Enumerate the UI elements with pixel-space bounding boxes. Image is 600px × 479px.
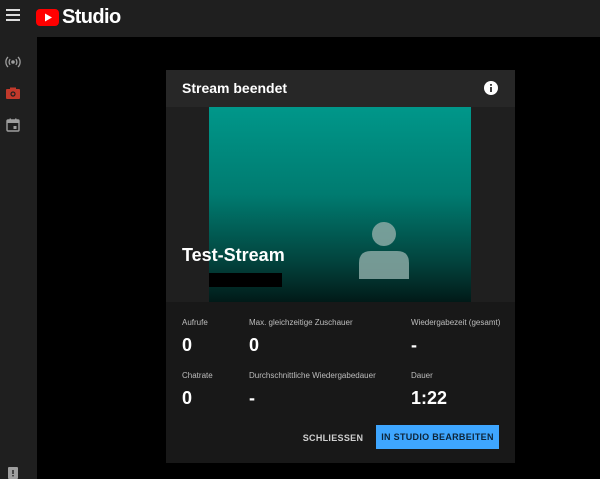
logo-text: Studio [62,5,121,28]
dialog-title: Stream beendet [182,80,288,96]
calendar-icon[interactable] [5,117,21,133]
stat-watch-time: Wiedergabezeit (gesamt) - [411,318,500,356]
top-bar: Studio [0,0,600,37]
stat-chat-rate: Chatrate 0 [182,371,213,409]
stream-stats: Aufrufe 0 Max. gleichzeitige Zuschauer 0… [166,302,515,463]
camera-icon[interactable] [5,85,21,101]
stat-views: Aufrufe 0 [182,318,208,356]
studio-app: Studio Stream beendet Test-Stream Aufruf… [0,0,600,479]
stat-label: Max. gleichzeitige Zuschauer [249,318,353,327]
stat-value: 0 [182,388,193,408]
redacted-subtitle [209,273,282,287]
stat-label: Wiedergabezeit (gesamt) [411,318,501,327]
stat-value: - [411,335,417,355]
menu-icon[interactable] [6,9,20,21]
youtube-play-icon [36,8,59,26]
info-icon[interactable] [484,81,498,95]
stat-duration: Dauer 1:22 [411,371,447,409]
youtube-studio-logo[interactable]: Studio [36,6,121,28]
stat-concurrent-viewers: Max. gleichzeitige Zuschauer 0 [249,318,353,356]
stat-label: Dauer [411,371,433,380]
stat-label: Chatrate [182,371,213,380]
stat-value: - [249,388,255,408]
stat-label: Durchschnittliche Wiedergabedauer [249,371,376,380]
stat-value: 0 [249,335,260,355]
dialog-header: Stream beendet [166,70,515,107]
sidebar [0,37,37,479]
avatar-placeholder-icon [359,222,409,279]
stream-title: Test-Stream [182,245,285,265]
stat-label: Aufrufe [182,318,208,327]
live-broadcast-icon[interactable] [5,54,21,70]
stat-value: 0 [182,335,193,355]
stat-average-view-duration: Durchschnittliche Wiedergabedauer - [249,371,376,409]
stat-value: 1:22 [411,388,448,408]
stream-ended-dialog: Stream beendet Test-Stream Aufrufe 0 Max… [166,70,515,463]
feedback-icon[interactable] [8,467,18,479]
close-button[interactable]: SCHLIESSEN [294,427,372,449]
edit-in-studio-button[interactable]: IN STUDIO BEARBEITEN [376,425,499,449]
